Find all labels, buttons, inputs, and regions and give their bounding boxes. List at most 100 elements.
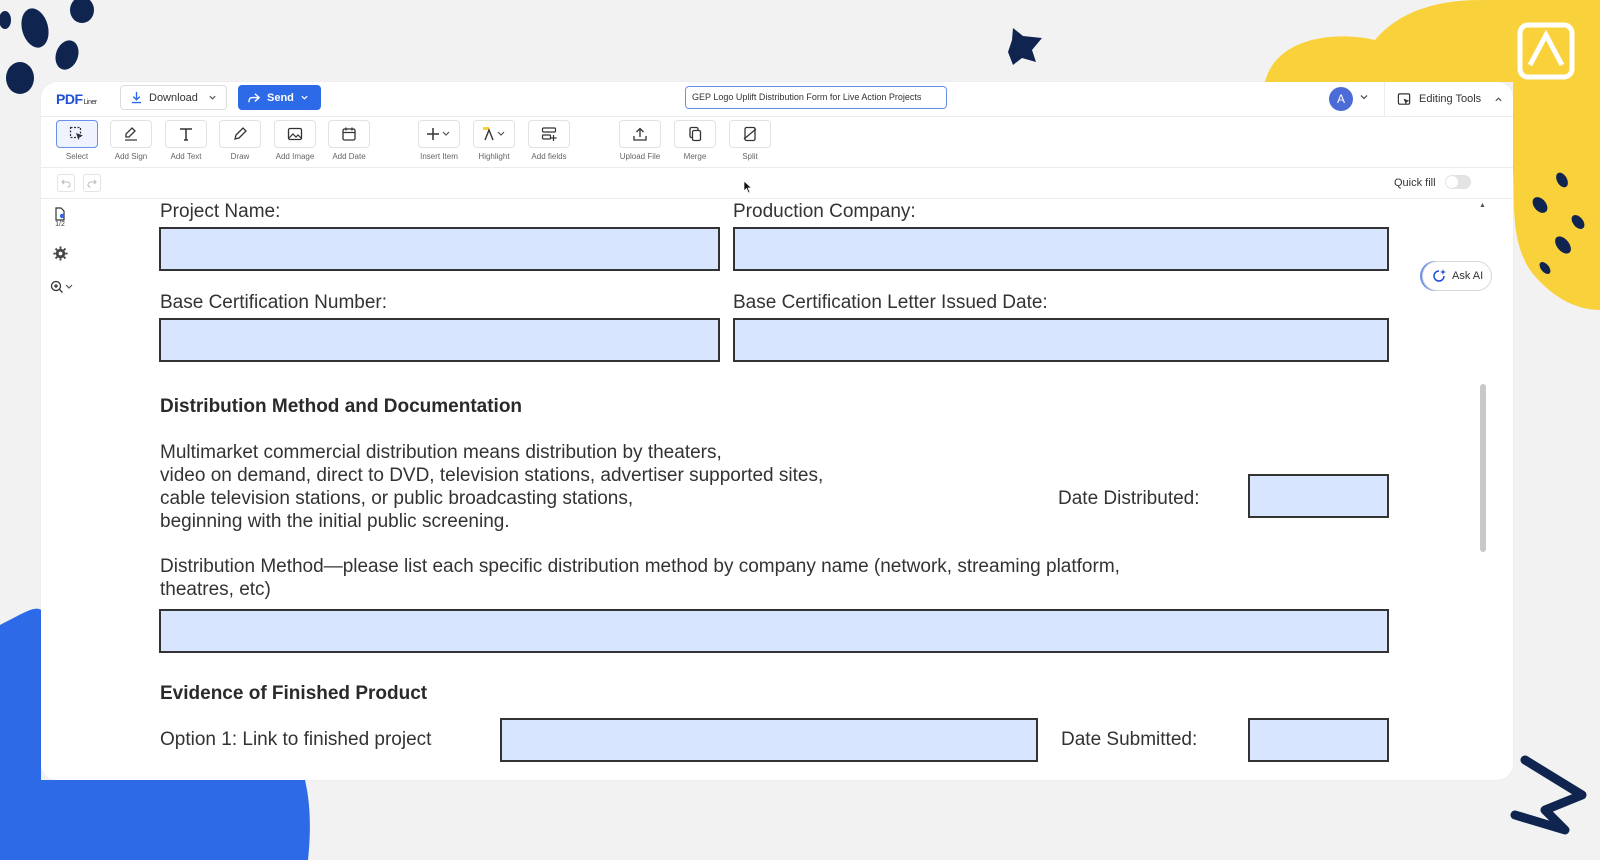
send-button[interactable]: Send — [238, 85, 321, 110]
zoom-icon — [50, 280, 73, 293]
fields-icon — [541, 127, 557, 141]
project-name-label: Project Name: — [160, 201, 281, 222]
user-avatar[interactable]: A — [1329, 87, 1353, 111]
tool-merge[interactable]: Merge — [667, 120, 723, 161]
tool-label: Highlight — [478, 152, 510, 161]
distribution-method-text-line: Distribution Method—please list each spe… — [160, 556, 1120, 577]
date-distributed-field[interactable] — [1248, 474, 1389, 518]
redo-icon — [87, 179, 97, 188]
pages-button[interactable]: 1/2 — [48, 205, 72, 229]
base-cert-number-label: Base Certification Number: — [160, 292, 388, 313]
download-button[interactable]: Download — [120, 85, 227, 110]
scroll-up-arrow-icon[interactable]: ▲ — [1479, 202, 1486, 209]
editing-tools-toggle[interactable]: Editing Tools — [1384, 82, 1513, 116]
distribution-method-text-line: theatres, etc) — [160, 579, 271, 600]
tool-add-date[interactable]: Add Date — [321, 120, 377, 161]
ask-ai-label: Ask AI — [1452, 270, 1484, 282]
date-submitted-field[interactable] — [1248, 718, 1389, 762]
tool-label: Upload File — [619, 152, 661, 161]
chevron-down-icon[interactable] — [1359, 92, 1369, 102]
main-toolbar: Select Add Sign Add Text Draw Add Image … — [41, 117, 1513, 168]
highlighter-icon — [483, 127, 505, 141]
editing-tools-icon — [1397, 92, 1411, 105]
multimarket-text-line: beginning with the initial public screen… — [160, 511, 510, 532]
pages-icon — [55, 206, 65, 221]
merge-icon — [689, 126, 702, 142]
select-icon — [69, 126, 83, 140]
finished-project-link-field[interactable] — [500, 718, 1038, 762]
split-icon — [743, 126, 757, 142]
image-icon — [287, 127, 303, 141]
multimarket-text-line: video on demand, direct to DVD, televisi… — [160, 465, 824, 486]
tool-label: Merge — [683, 152, 707, 161]
evidence-section-heading: Evidence of Finished Product — [160, 683, 428, 704]
tool-add-sign[interactable]: Add Sign — [103, 120, 159, 161]
upload-icon — [633, 127, 647, 141]
tool-select[interactable]: Select — [49, 120, 105, 161]
app-logo[interactable]: PDFLiner — [56, 91, 97, 107]
settings-button[interactable] — [48, 241, 72, 265]
tool-label: Select — [65, 152, 89, 161]
ai-sparkle-icon — [1433, 269, 1446, 282]
text-icon — [180, 128, 192, 141]
production-company-label: Production Company: — [733, 201, 916, 222]
date-distributed-label: Date Distributed: — [1058, 488, 1200, 509]
tool-label: Add Date — [332, 152, 366, 161]
tool-label: Add fields — [531, 152, 567, 161]
distribution-method-field[interactable] — [159, 609, 1389, 653]
tool-label: Add Sign — [114, 152, 148, 161]
pdf-editor-window: PDFLiner Download Send GEP Logo Uplift D… — [41, 82, 1513, 780]
signature-icon — [125, 127, 137, 141]
tool-label: Add Image — [275, 152, 315, 161]
tool-label: Insert Item — [420, 152, 458, 161]
plus-icon — [427, 128, 450, 140]
pdf-page: Project Name: Production Company: Base C… — [77, 199, 1487, 780]
undo-button[interactable] — [57, 174, 75, 192]
base-cert-date-label: Base Certification Letter Issued Date: — [733, 292, 1048, 313]
download-icon — [131, 91, 142, 104]
tool-label: Add Text — [170, 152, 202, 161]
quick-fill-toggle[interactable] — [1445, 175, 1471, 189]
ask-ai-button[interactable]: Ask AI — [1422, 261, 1492, 291]
multimarket-text-line: Multimarket commercial distribution mean… — [160, 442, 722, 463]
date-submitted-label: Date Submitted: — [1061, 729, 1198, 750]
tool-label: Split — [742, 152, 758, 161]
tool-split[interactable]: Split — [722, 120, 778, 161]
tool-highlight[interactable]: Highlight — [466, 120, 522, 161]
tool-label: Draw — [230, 152, 250, 161]
mouse-cursor-icon — [743, 180, 753, 194]
multimarket-text-line: cable television stations, or public bro… — [160, 488, 634, 509]
tool-add-fields[interactable]: Add fields — [521, 120, 577, 161]
chevron-down-icon — [209, 95, 216, 100]
quick-fill-label: Quick fill — [1394, 177, 1436, 189]
document-name-input[interactable]: GEP Logo Uplift Distribution Form for Li… — [685, 86, 947, 109]
base-cert-number-field[interactable] — [159, 318, 720, 362]
toggle-knob — [1446, 176, 1458, 188]
undo-icon — [61, 179, 71, 188]
send-label: Send — [267, 91, 294, 104]
scrollbar-thumb[interactable] — [1480, 384, 1486, 552]
calendar-icon — [342, 127, 356, 141]
logo-text: PDF — [56, 91, 83, 107]
secondary-toolbar: Quick fill — [41, 168, 1513, 199]
option1-label: Option 1: Link to finished project — [160, 729, 432, 750]
tool-add-image[interactable]: Add Image — [267, 120, 323, 161]
production-company-field[interactable] — [733, 227, 1389, 271]
editing-tools-label: Editing Tools — [1419, 93, 1482, 105]
project-name-field[interactable] — [159, 227, 720, 271]
send-icon — [248, 92, 261, 102]
tool-draw[interactable]: Draw — [212, 120, 268, 161]
pen-icon — [234, 127, 247, 140]
tool-insert-item[interactable]: Insert Item — [411, 120, 467, 161]
logo-subtext: Liner — [83, 99, 98, 106]
tool-add-text[interactable]: Add Text — [158, 120, 214, 161]
chevron-down-icon — [301, 95, 308, 100]
redo-button[interactable] — [83, 174, 101, 192]
base-cert-date-field[interactable] — [733, 318, 1389, 362]
left-sidebar: 1/2 — [41, 199, 77, 309]
gear-icon — [52, 245, 68, 261]
download-label: Download — [149, 91, 198, 104]
app-header: PDFLiner Download Send GEP Logo Uplift D… — [41, 82, 1513, 117]
tool-upload-file[interactable]: Upload File — [612, 120, 668, 161]
zoom-button[interactable] — [48, 275, 76, 299]
